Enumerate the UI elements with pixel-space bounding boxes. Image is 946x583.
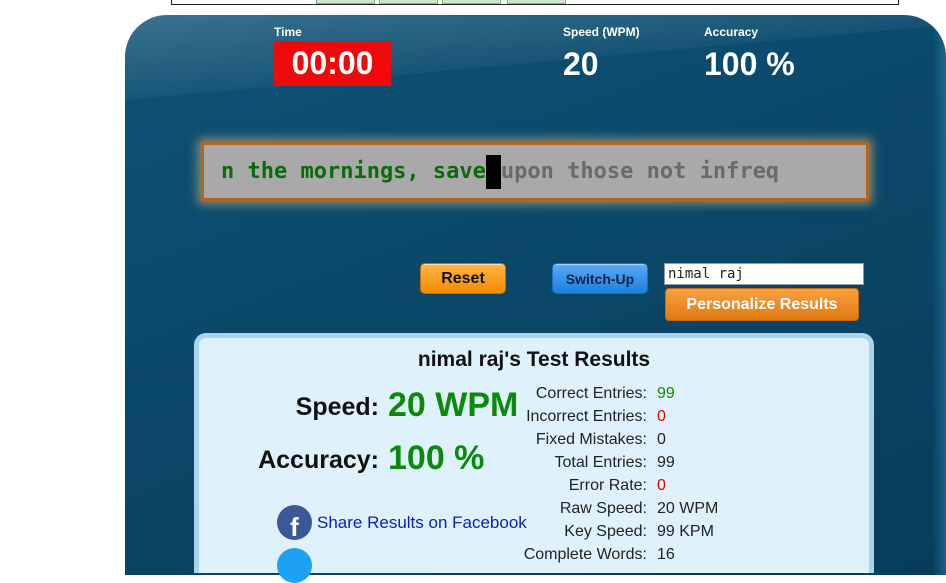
typing-text-box[interactable]: n the mornings, save upon those not infre… [201, 142, 869, 201]
stat-row: Error Rate: 0 [519, 477, 666, 500]
stat-label: Raw Speed: [559, 500, 647, 517]
stat-value: 99 [657, 385, 675, 402]
banner-tab[interactable] [442, 0, 501, 4]
speed-value: 20 [563, 46, 599, 82]
accuracy-value: 100 % [704, 46, 795, 82]
speed-label: Speed (WPM) [563, 25, 640, 39]
results-accuracy-value: 100 % [388, 439, 485, 477]
banner-tab[interactable] [379, 0, 438, 4]
stat-value: 99 KPM [657, 523, 714, 540]
time-label: Time [274, 25, 302, 39]
results-title: nimal raj's Test Results [417, 348, 651, 371]
text-cursor [485, 154, 501, 189]
stat-row: Complete Words: 16 [519, 546, 675, 569]
top-banner-strip [171, 0, 899, 5]
accuracy-label: Accuracy [704, 25, 759, 39]
typed-text: n the mornings, save [221, 159, 486, 184]
stat-value: 0 [657, 477, 666, 494]
panel-edge [932, 15, 946, 575]
stat-row: Correct Entries: 99 [519, 385, 675, 408]
stat-value: 0 [657, 408, 666, 425]
stat-label: Error Rate: [568, 477, 647, 494]
stat-value: 20 WPM [657, 500, 719, 517]
personalize-results-button[interactable]: Personalize Results [665, 288, 859, 321]
stat-label: Correct Entries: [535, 385, 647, 402]
stat-value: 0 [657, 431, 666, 448]
results-accuracy-label: Accuracy: [258, 446, 379, 474]
timer-display: 00:00 [274, 41, 391, 86]
stat-row: Raw Speed: 20 WPM [519, 500, 719, 523]
stat-label: Key Speed: [564, 523, 647, 540]
stat-label: Total Entries: [554, 454, 647, 471]
share-facebook-row[interactable]: f Share Results on Facebook [277, 505, 527, 540]
stat-label: Complete Words: [523, 546, 647, 563]
stat-label: Incorrect Entries: [526, 408, 647, 425]
switch-up-button[interactable]: Switch-Up [552, 263, 648, 294]
share-facebook-link[interactable]: Share Results on Facebook [317, 513, 527, 533]
facebook-icon[interactable]: f [277, 505, 312, 540]
stat-row: Fixed Mistakes: 0 [519, 431, 666, 454]
results-speed-label: Speed: [295, 393, 379, 421]
twitter-icon[interactable] [277, 548, 312, 583]
stat-value: 99 [657, 454, 675, 471]
panel-sheen [125, 15, 946, 100]
stat-row: Incorrect Entries: 0 [519, 408, 666, 431]
results-speed-value: 20 WPM [388, 386, 519, 424]
name-input[interactable] [664, 263, 864, 285]
reset-button[interactable]: Reset [420, 263, 506, 294]
banner-tab[interactable] [507, 0, 566, 4]
stat-row: Key Speed: 99 KPM [519, 523, 714, 546]
stat-label: Fixed Mistakes: [535, 431, 647, 448]
stat-row: Total Entries: 99 [519, 454, 675, 477]
banner-tab[interactable] [316, 0, 375, 4]
untyped-text: upon those not infreq [500, 159, 780, 184]
stat-value: 16 [657, 546, 675, 563]
results-card: nimal raj's Test Results Speed: 20 WPM A… [194, 333, 874, 583]
